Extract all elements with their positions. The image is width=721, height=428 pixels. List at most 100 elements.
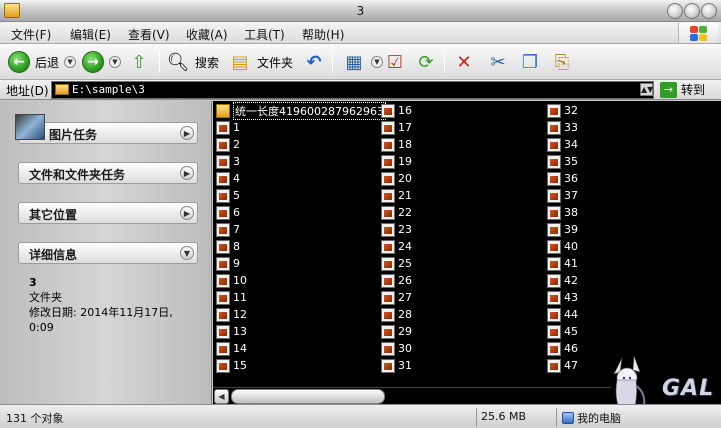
file-item[interactable]: 43 [547, 289, 578, 306]
paste-button[interactable]: ⎘ [550, 49, 574, 75]
file-item[interactable]: 46 [547, 340, 578, 357]
file-name: 1 [233, 121, 240, 134]
up-button[interactable]: ⇧ [127, 49, 151, 75]
file-item[interactable]: 17 [381, 119, 412, 136]
file-item[interactable]: 45 [547, 323, 578, 340]
file-item[interactable]: 7 [216, 221, 386, 238]
file-item[interactable]: 36 [547, 170, 578, 187]
close-button[interactable] [701, 3, 717, 19]
file-item[interactable]: 41 [547, 255, 578, 272]
file-item[interactable]: 27 [381, 289, 412, 306]
maximize-button[interactable] [684, 3, 700, 19]
file-item[interactable]: 23 [381, 221, 412, 238]
file-item[interactable]: 24 [381, 238, 412, 255]
chevron-right-icon[interactable]: ▶ [180, 206, 194, 220]
file-item[interactable]: 14 [216, 340, 386, 357]
back-dropdown-icon[interactable]: ▼ [64, 56, 77, 68]
file-item[interactable]: 15 [216, 357, 386, 374]
file-icon [381, 120, 395, 135]
file-item[interactable]: 9 [216, 255, 386, 272]
picture-tasks-header[interactable]: 图片任务 ▶ [15, 114, 198, 144]
scroll-left-icon[interactable]: ◀ [214, 389, 229, 404]
file-name: 12 [233, 308, 247, 321]
file-item[interactable]: 2 [216, 136, 386, 153]
file-item[interactable]: 21 [381, 187, 412, 204]
group-label: 详细信息 [29, 248, 78, 262]
forward-dropdown-icon[interactable]: ▼ [109, 56, 121, 68]
folders-button[interactable]: ▤ 文件夹 [228, 49, 293, 75]
horizontal-scrollbar[interactable]: ◀ [213, 387, 611, 404]
file-item[interactable]: 44 [547, 306, 578, 323]
file-item[interactable]: 5 [216, 187, 386, 204]
file-item[interactable]: 35 [547, 153, 578, 170]
menu-file[interactable]: 文件(F) [11, 26, 51, 43]
menu-help[interactable]: 帮助(H) [302, 26, 344, 43]
title-bar[interactable]: 3 [0, 0, 721, 22]
chevron-right-icon[interactable]: ▶ [180, 126, 194, 140]
file-item[interactable]: 18 [381, 136, 412, 153]
file-item[interactable]: 13 [216, 323, 386, 340]
chevron-right-icon[interactable]: ▶ [180, 166, 194, 180]
file-item[interactable]: 40 [547, 238, 578, 255]
views-dropdown-icon[interactable]: ▼ [371, 56, 383, 68]
file-item[interactable]: 20 [381, 170, 412, 187]
file-item[interactable]: 16 [381, 102, 412, 119]
file-item[interactable]: 28 [381, 306, 412, 323]
undo-button[interactable]: ↶ [302, 49, 326, 75]
file-item[interactable]: 12 [216, 306, 386, 323]
file-icon [216, 290, 230, 305]
file-name: 22 [398, 206, 412, 219]
file-item[interactable]: 31 [381, 357, 412, 374]
delete-button[interactable]: ✕ [452, 49, 476, 75]
file-item[interactable]: 30 [381, 340, 412, 357]
address-input[interactable]: E:\sample\3 [51, 81, 654, 99]
file-item[interactable]: 29 [381, 323, 412, 340]
menu-tools[interactable]: 工具(T) [244, 26, 285, 43]
other-places-header[interactable]: 其它位置 ▶ [18, 202, 198, 224]
forward-button[interactable]: → ▼ [82, 49, 121, 75]
address-dropdown-icon[interactable]: ▲▼ [640, 83, 653, 96]
file-name: 7 [233, 223, 240, 236]
refresh-button[interactable]: ⟳ [414, 49, 438, 75]
file-item[interactable]: 42 [547, 272, 578, 289]
menu-edit[interactable]: 编辑(E) [70, 26, 111, 43]
group-label: 其它位置 [29, 208, 78, 222]
cut-icon: ✂ [490, 51, 506, 73]
back-button[interactable]: ← 后退 ▼ [8, 49, 77, 75]
scroll-thumb[interactable] [231, 389, 385, 404]
file-item[interactable]: 11 [216, 289, 386, 306]
file-item[interactable]: 33 [547, 119, 578, 136]
views-button[interactable]: ▦ ▼ [342, 49, 383, 75]
details-header[interactable]: 详细信息 ▼ [18, 242, 198, 264]
cut-button[interactable]: ✂ [486, 49, 510, 75]
search-button[interactable]: 🔍︎ 搜索 [166, 49, 219, 75]
go-button[interactable]: → 转到 [660, 81, 705, 98]
file-item[interactable]: 34 [547, 136, 578, 153]
minimize-button[interactable] [667, 3, 683, 19]
file-item[interactable]: 4 [216, 170, 386, 187]
chevron-down-icon[interactable]: ▼ [180, 246, 194, 260]
file-item[interactable]: 37 [547, 187, 578, 204]
file-item[interactable]: 26 [381, 272, 412, 289]
file-item[interactable]: 19 [381, 153, 412, 170]
file-folder-tasks-header[interactable]: 文件和文件夹任务 ▶ [18, 162, 198, 184]
file-item[interactable]: 22 [381, 204, 412, 221]
file-item[interactable]: 8 [216, 238, 386, 255]
copy-button[interactable]: ❐ [518, 49, 542, 75]
file-item[interactable]: 39 [547, 221, 578, 238]
file-name: 43 [564, 291, 578, 304]
file-item[interactable]: 1 [216, 119, 386, 136]
file-item[interactable]: 38 [547, 204, 578, 221]
properties-button[interactable]: ☑ [383, 49, 407, 75]
status-location: 我的电脑 [562, 410, 621, 426]
file-item[interactable]: 统一长度419600287962963 [216, 101, 386, 120]
task-pane: 图片任务 ▶ 文件和文件夹任务 ▶ 其它位置 ▶ 详细信息 ▼ 3 文件夹 修改… [0, 101, 212, 404]
menu-favorites[interactable]: 收藏(A) [186, 26, 228, 43]
file-item[interactable]: 10 [216, 272, 386, 289]
file-item[interactable]: 6 [216, 204, 386, 221]
file-item[interactable]: 3 [216, 153, 386, 170]
menu-view[interactable]: 查看(V) [128, 26, 170, 43]
file-item[interactable]: 32 [547, 102, 578, 119]
file-item[interactable]: 47 [547, 357, 578, 374]
file-item[interactable]: 25 [381, 255, 412, 272]
